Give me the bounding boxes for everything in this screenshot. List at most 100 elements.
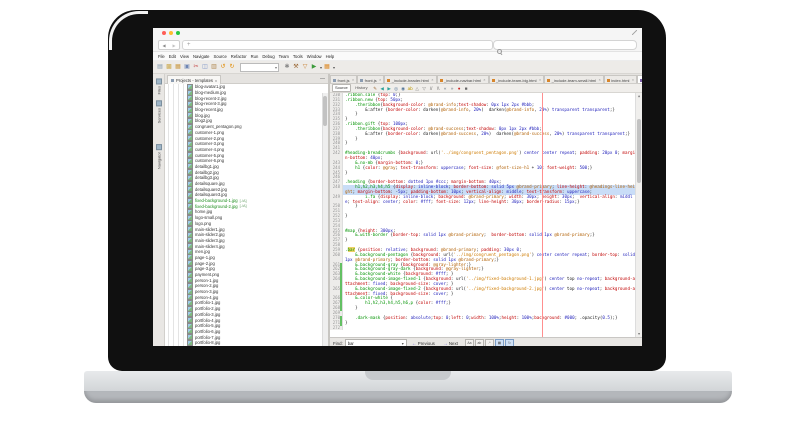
address-bar[interactable]: +	[182, 40, 493, 50]
close-tab-icon[interactable]: ×	[483, 78, 485, 82]
shift-left-icon[interactable]: «	[442, 85, 448, 92]
configuration-combo[interactable]: ▾	[240, 63, 279, 72]
menu-item-view[interactable]: View	[180, 54, 189, 59]
close-tab-icon[interactable]: ×	[431, 78, 433, 82]
side-tab-navigator[interactable]: Navigator	[156, 144, 162, 169]
last-edit-icon[interactable]: ✎	[372, 85, 378, 92]
menu-item-debug[interactable]: Debug	[262, 54, 274, 59]
settings-icon[interactable]: ✱	[283, 63, 291, 72]
undo-icon[interactable]: ↺	[219, 63, 227, 72]
side-tab-label: Services	[156, 108, 161, 123]
projects-panel: Projects - templates x — blog-avatar1.jp…	[165, 74, 329, 346]
new-file-icon[interactable]: ▤	[156, 63, 164, 72]
forward-icon[interactable]: ▶	[172, 43, 175, 48]
menu-item-run[interactable]: Run	[251, 54, 259, 59]
build-hammer-icon[interactable]: ⚒	[292, 63, 300, 72]
source-view-button[interactable]: Source	[332, 84, 351, 92]
chevron-down-icon[interactable]: ▾	[402, 341, 404, 346]
code-editor[interactable]: ▲ ▼ 230.ribbon.sale {top: 0;}231.ribbon.…	[330, 93, 642, 337]
cut-icon[interactable]: ✂	[192, 63, 200, 72]
comment-icon[interactable]: //	[428, 85, 434, 92]
menu-item-edit[interactable]: Edit	[169, 54, 176, 59]
macro-stop-icon[interactable]: ■	[463, 85, 469, 92]
regex-toggle[interactable]: .*	[485, 339, 494, 346]
highlight-icon[interactable]: ab	[407, 85, 413, 92]
chevron-down-icon[interactable]: ▾	[320, 65, 322, 70]
tab-label: index.html	[611, 78, 629, 83]
forward-icon[interactable]: ▶	[386, 85, 392, 92]
back-icon[interactable]: ◀	[162, 43, 165, 48]
whole-words-toggle[interactable]: ab	[475, 339, 484, 346]
menu-item-navigate[interactable]: Navigate	[193, 54, 210, 59]
editor-tab-index-html[interactable]: index.html×	[604, 75, 637, 84]
chevron-down-icon[interactable]: ▾	[333, 65, 335, 70]
scroll-down-icon[interactable]: ▼	[636, 331, 642, 337]
menu-item-team[interactable]: Team	[279, 54, 289, 59]
projects-scrollbar[interactable]	[322, 93, 328, 346]
close-tab-icon[interactable]: ×	[632, 78, 634, 82]
history-view-button[interactable]: History	[352, 84, 370, 92]
editor-tab-front-js[interactable]: front.js×	[357, 75, 384, 84]
close-tab-icon[interactable]: ×	[599, 78, 601, 82]
uncomment-icon[interactable]: \\	[435, 85, 441, 92]
wrap-search-toggle[interactable]: ↻	[505, 339, 514, 346]
close-tab-icon[interactable]: ×	[352, 78, 354, 82]
editor-tab--include-team-small-html[interactable]: _include-team-small.html×	[544, 75, 604, 84]
find-previous-button[interactable]: ← Previous	[409, 339, 438, 346]
menu-item-source[interactable]: Source	[214, 54, 227, 59]
nav-buttons[interactable]: ◀ ▶	[158, 40, 180, 50]
prev-bookmark-icon[interactable]: △	[414, 85, 420, 92]
editor-tab-front-js[interactable]: front.js×	[330, 75, 357, 84]
close-window-icon[interactable]	[162, 31, 166, 35]
minimize-window-icon[interactable]	[169, 31, 173, 35]
screen: ◀ ▶ + File Edit View Navigate Source Refactor…	[153, 28, 642, 346]
editor-tab--include-header-html[interactable]: _include-header.html×	[384, 75, 436, 84]
back-icon[interactable]: ◀	[379, 85, 385, 92]
shift-right-icon[interactable]: »	[449, 85, 455, 92]
file-name: person-4.jpg	[195, 295, 218, 300]
close-tab-icon[interactable]: ×	[539, 78, 541, 82]
menu-item-refactor[interactable]: Refactor	[231, 54, 247, 59]
zoom-window-icon[interactable]	[176, 31, 180, 35]
open-project-icon[interactable]: ▦	[174, 63, 182, 72]
next-bookmark-icon[interactable]: ▽	[421, 85, 427, 92]
projects-scrollbar-thumb[interactable]	[323, 96, 327, 126]
menu-item-file[interactable]: File	[158, 54, 165, 59]
close-tab-icon[interactable]: ×	[379, 78, 381, 82]
menu-item-tools[interactable]: Tools	[293, 54, 303, 59]
close-panel-icon[interactable]: x	[215, 78, 217, 83]
match-case-toggle[interactable]: Aa	[465, 339, 474, 346]
save-all-icon[interactable]: ▣	[183, 63, 191, 72]
find-selection-icon[interactable]: ◉	[400, 85, 406, 92]
search-input[interactable]	[493, 40, 637, 50]
clean-build-icon[interactable]: ▽	[301, 63, 309, 72]
code-line[interactable]: 249 i.fa {display: inline-block; backgro…	[330, 195, 642, 205]
redo-icon[interactable]: ↻	[228, 63, 236, 72]
menu-item-window[interactable]: Window	[307, 54, 322, 59]
resize-icon[interactable]	[632, 30, 637, 35]
profile-icon[interactable]: ▦	[323, 63, 331, 72]
editor-tab-style-less[interactable]: style.less×	[637, 75, 642, 84]
menu-item-help[interactable]: Help	[326, 54, 335, 59]
find-next-button[interactable]: → Next	[440, 339, 461, 346]
paste-icon[interactable]: ▥	[210, 63, 218, 72]
scroll-up-icon[interactable]: ▲	[636, 93, 642, 99]
side-tab-services[interactable]: Services	[156, 100, 162, 123]
find-input[interactable]: bar ▾	[345, 339, 407, 346]
minimize-panel-icon[interactable]: —	[320, 76, 325, 82]
run-icon[interactable]: ▶	[310, 63, 318, 72]
highlight-results-toggle[interactable]: ▦	[495, 339, 504, 346]
code-line[interactable]: 272	[330, 326, 642, 331]
file-name: detailsquare2.jpg	[195, 187, 227, 192]
find-icon[interactable]: ◎	[393, 85, 399, 92]
new-project-icon[interactable]: ▩	[165, 63, 173, 72]
editor-tab--include-navbar-html[interactable]: _include-navbar.html×	[437, 75, 489, 84]
macro-record-icon[interactable]: ●	[456, 85, 462, 92]
side-tab-files[interactable]: Files	[156, 78, 162, 94]
copy-icon[interactable]: ◫	[201, 63, 209, 72]
projects-tab[interactable]: Projects - templates x	[167, 75, 221, 84]
editor-scrollbar[interactable]: ▲ ▼	[635, 93, 642, 337]
editor-scrollbar-thumb[interactable]	[637, 119, 641, 183]
js-file-icon	[333, 79, 336, 82]
editor-tab--include-team-big-html[interactable]: _include-team-big.html×	[489, 75, 545, 84]
